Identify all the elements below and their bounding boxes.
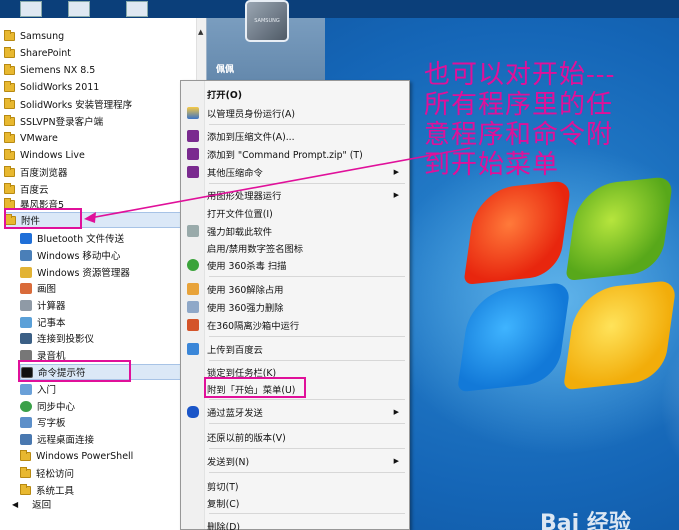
annotation-callout: 也可以对开始--- 所有程序里的任 意程序和命令附 到开始菜单 [424, 60, 664, 180]
callout-line: 到开始菜单 [424, 150, 560, 180]
callout-line: 也可以对开始--- [424, 60, 616, 90]
baidu-watermark: Bai 经验 [540, 511, 631, 530]
callout-line: 所有程序里的任 [424, 90, 614, 120]
callout-line: 意程序和命令附 [424, 120, 614, 150]
